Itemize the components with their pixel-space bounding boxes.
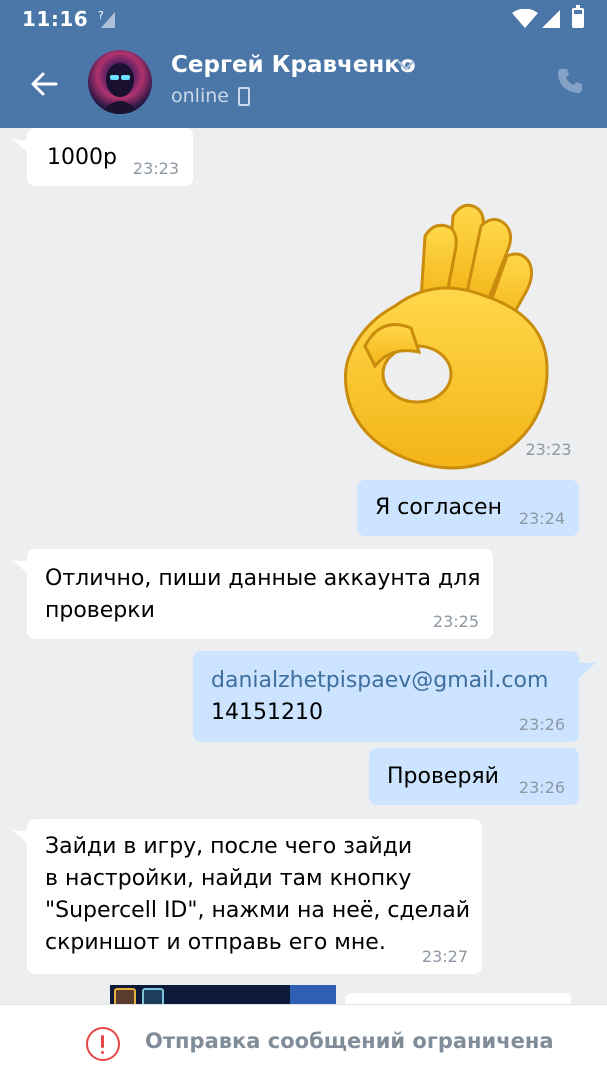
cell-signal-icon xyxy=(542,10,560,28)
email-link[interactable]: danialzhetpispaev@gmail.com xyxy=(211,665,548,697)
message-bubble[interactable]: Проверяй 23:26 xyxy=(369,748,579,805)
bubble-tail xyxy=(579,662,597,678)
battery-icon xyxy=(572,5,584,28)
bottom-bar: Отправка сообщений ограничена xyxy=(0,1004,607,1080)
message-line: проверки xyxy=(45,598,155,623)
online-status: online xyxy=(171,85,229,107)
status-bar: 11:16 ? xyxy=(0,0,607,38)
svg-text:?: ? xyxy=(98,9,104,22)
message-text: Зайди в игру, после чего зайди в настрой… xyxy=(45,831,470,959)
message-bubble[interactable]: Зайди в игру, после чего зайди в настрой… xyxy=(27,819,482,974)
status-time: 11:16 xyxy=(22,7,89,31)
wifi-icon xyxy=(512,9,538,28)
back-arrow-icon[interactable] xyxy=(26,66,62,102)
warning-circle-icon xyxy=(86,1027,120,1061)
message-line: Отлично, пиши данные аккаунта для xyxy=(45,566,481,591)
message-time: 23:27 xyxy=(421,947,468,966)
message-text: danialzhetpispaev@gmail.com 14151210 xyxy=(211,665,548,729)
no-sim-icon: ? xyxy=(98,9,115,28)
message-bubble[interactable]: danialzhetpispaev@gmail.com 14151210 23:… xyxy=(193,651,579,742)
avatar-image xyxy=(100,63,140,114)
messaging-restricted-text: Отправка сообщений ограничена xyxy=(145,1029,554,1053)
message-line: скриншот и отправь его мне. xyxy=(45,930,386,955)
message-time: 23:26 xyxy=(518,778,565,797)
message-line: Зайди в игру, после чего зайди xyxy=(45,834,413,859)
message-line: 14151210 xyxy=(211,700,323,725)
message-time: 23:24 xyxy=(518,509,565,528)
sticker-time: 23:23 xyxy=(518,437,579,463)
message-time: 23:23 xyxy=(132,159,179,178)
message-text: Отлично, пиши данные аккаунта для провер… xyxy=(45,563,481,627)
message-line: "Supercell ID", нажми на неё, сделай xyxy=(45,898,471,923)
message-bubble[interactable]: Я согласен 23:24 xyxy=(357,480,579,536)
contact-name[interactable]: Сергей Кравченко xyxy=(171,52,416,78)
message-text: Я согласен xyxy=(375,495,502,520)
message-bubble[interactable]: 1000р 23:23 xyxy=(27,128,193,186)
chat-header: Сергей Кравченко online xyxy=(0,38,607,128)
message-line: в настройки, найди там кнопку xyxy=(45,866,412,891)
mobile-device-icon xyxy=(238,87,250,106)
avatar[interactable] xyxy=(88,50,152,114)
message-text: Проверяй xyxy=(387,764,499,789)
message-time: 23:25 xyxy=(432,612,479,631)
ok-hand-sticker[interactable] xyxy=(335,196,555,476)
message-time: 23:26 xyxy=(518,715,565,734)
chevron-down-icon[interactable] xyxy=(397,60,415,72)
phone-call-icon[interactable] xyxy=(555,66,585,96)
message-text: 1000р xyxy=(47,145,117,170)
message-bubble[interactable]: Отлично, пиши данные аккаунта для провер… xyxy=(27,549,493,639)
